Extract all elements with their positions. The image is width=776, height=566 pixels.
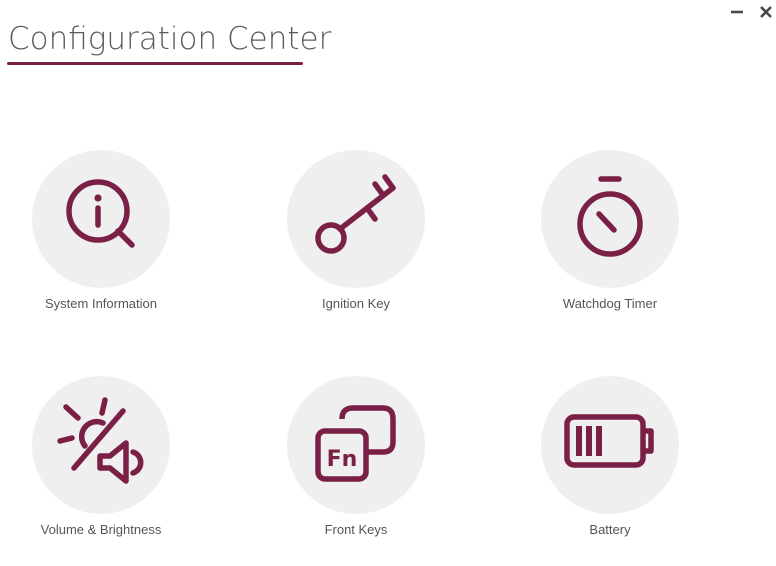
tile-icon-circle — [541, 150, 679, 288]
brightness-volume-icon — [57, 397, 144, 484]
tile-icon-circle — [32, 150, 170, 288]
tile-label: Ignition Key — [322, 296, 390, 311]
tile-icon-circle — [32, 376, 170, 514]
tile-label: Front Keys — [324, 522, 388, 537]
tile-volume-brightness[interactable]: Volume & Brightness — [10, 376, 190, 566]
fn-keys-icon: Fn — [315, 405, 396, 482]
tile-label: Battery — [589, 522, 631, 537]
tile-icon-circle: Fn — [287, 376, 425, 514]
tile-label: Watchdog Timer — [562, 296, 658, 311]
stopwatch-icon — [577, 176, 643, 257]
tile-system-information[interactable]: System Information — [10, 150, 190, 340]
page-title: Configuration Center — [8, 21, 332, 57]
minimize-icon — [731, 10, 743, 14]
close-button[interactable] — [755, 0, 776, 24]
battery-icon — [564, 414, 654, 468]
key-icon — [315, 174, 396, 254]
info-search-icon — [66, 179, 135, 248]
tile-label: System Information — [45, 296, 157, 311]
tile-ignition-key[interactable]: Ignition Key — [265, 150, 445, 340]
tile-label: Volume & Brightness — [40, 522, 162, 537]
tile-icon-circle — [287, 150, 425, 288]
tile-icon-circle — [541, 376, 679, 514]
minimize-button[interactable] — [726, 0, 748, 24]
tile-watchdog-timer[interactable]: Watchdog Timer — [519, 150, 699, 340]
tile-battery[interactable]: Battery — [519, 376, 699, 566]
close-icon — [760, 6, 772, 18]
tile-front-keys[interactable]: Fn Front Keys — [265, 376, 445, 566]
svg-text:Fn: Fn — [327, 447, 358, 472]
title-underline — [7, 62, 303, 65]
